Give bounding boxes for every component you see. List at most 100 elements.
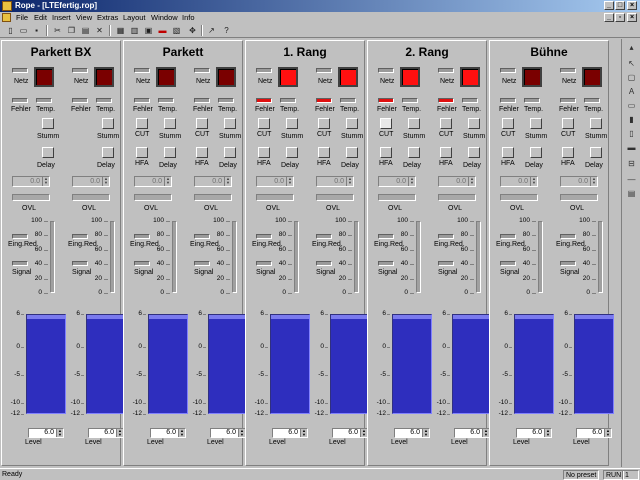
spin-arrows-icon[interactable]: ▲ ▼: [300, 429, 307, 437]
spin-arrows-icon[interactable]: ▲ ▼: [544, 429, 551, 437]
level-spinbox[interactable]: 6.0 ▲ ▼: [28, 428, 64, 438]
help-icon[interactable]: ?: [221, 25, 232, 36]
hfa-button[interactable]: [562, 147, 574, 158]
menu-window[interactable]: Window: [151, 13, 178, 22]
spin-arrows-icon[interactable]: ▲ ▼: [238, 429, 245, 437]
panel-icon[interactable]: ▣: [143, 25, 154, 36]
scroll-up-icon[interactable]: ▴: [626, 43, 637, 53]
level-meter[interactable]: [208, 314, 248, 414]
hfa-button[interactable]: [318, 147, 330, 158]
stumm-button[interactable]: [590, 118, 602, 129]
cut-button[interactable]: [502, 118, 514, 129]
menu-extras[interactable]: Extras: [97, 13, 118, 22]
open-icon[interactable]: ▭: [18, 25, 29, 36]
zoom-icon[interactable]: ↗: [206, 25, 217, 36]
stumm-button[interactable]: [224, 118, 236, 129]
document-icon[interactable]: [2, 13, 11, 22]
lamp-icon[interactable]: ▬: [626, 143, 637, 153]
level-meter[interactable]: [574, 314, 614, 414]
spin-arrows-icon[interactable]: ▲ ▼: [42, 177, 49, 186]
level-spinbox[interactable]: 6.0 ▲ ▼: [150, 428, 186, 438]
hfa-button[interactable]: [258, 147, 270, 158]
layout-icon[interactable]: ▥: [129, 25, 140, 36]
box-icon[interactable]: ▤: [626, 189, 637, 199]
level-spinbox[interactable]: 6.0 ▲ ▼: [332, 428, 368, 438]
delay-button[interactable]: [102, 147, 114, 158]
delay-spinbox[interactable]: 0.0 ▲ ▼: [134, 176, 172, 187]
stumm-button[interactable]: [530, 118, 542, 129]
level-meter[interactable]: [148, 314, 188, 414]
spin-arrows-icon[interactable]: ▲ ▼: [286, 177, 293, 186]
delay-button[interactable]: [42, 147, 54, 158]
menu-layout[interactable]: Layout: [123, 13, 146, 22]
hfa-button[interactable]: [196, 147, 208, 158]
delay-button[interactable]: [590, 147, 602, 158]
delay-button[interactable]: [530, 147, 542, 158]
spin-arrows-icon[interactable]: ▲ ▼: [590, 177, 597, 186]
split-icon[interactable]: ▬: [157, 25, 168, 36]
spin-arrows-icon[interactable]: ▲ ▼: [408, 177, 415, 186]
spin-arrows-icon[interactable]: ▲ ▼: [102, 177, 109, 186]
paste-icon[interactable]: ▤: [80, 25, 91, 36]
align-icon[interactable]: ▧: [171, 25, 182, 36]
level-meter[interactable]: [330, 314, 370, 414]
level-spinbox[interactable]: 6.0 ▲ ▼: [454, 428, 490, 438]
delay-spinbox[interactable]: 0.0 ▲ ▼: [256, 176, 294, 187]
level-meter[interactable]: [26, 314, 66, 414]
level-spinbox[interactable]: 6.0 ▲ ▼: [516, 428, 552, 438]
level-spinbox[interactable]: 6.0 ▲ ▼: [394, 428, 430, 438]
delay-button[interactable]: [468, 147, 480, 158]
level-meter[interactable]: [392, 314, 432, 414]
level-spinbox[interactable]: 6.0 ▲ ▼: [272, 428, 308, 438]
minimize-button[interactable]: _: [604, 1, 614, 10]
hfa-button[interactable]: [380, 147, 392, 158]
cut-button[interactable]: [562, 118, 574, 129]
delay-button[interactable]: [286, 147, 298, 158]
spin-arrows-icon[interactable]: ▲ ▼: [164, 177, 171, 186]
spin-arrows-icon[interactable]: ▲ ▼: [530, 177, 537, 186]
stumm-button[interactable]: [286, 118, 298, 129]
delay-spinbox[interactable]: 0.0 ▲ ▼: [194, 176, 232, 187]
cut-button[interactable]: [318, 118, 330, 129]
stumm-button[interactable]: [42, 118, 54, 129]
text-icon[interactable]: A: [626, 87, 637, 97]
new-icon[interactable]: ▯: [5, 25, 16, 36]
delay-button[interactable]: [346, 147, 358, 158]
level-meter[interactable]: [86, 314, 126, 414]
spin-arrows-icon[interactable]: ▲ ▼: [56, 429, 63, 437]
delay-spinbox[interactable]: 0.0 ▲ ▼: [316, 176, 354, 187]
delay-button[interactable]: [408, 147, 420, 158]
spin-icon[interactable]: ⊟: [626, 159, 637, 169]
maximize-button[interactable]: □: [615, 1, 625, 10]
spin-arrows-icon[interactable]: ▲ ▼: [224, 177, 231, 186]
level-meter[interactable]: [270, 314, 310, 414]
stumm-button[interactable]: [346, 118, 358, 129]
level-meter[interactable]: [452, 314, 492, 414]
slider-icon[interactable]: ▮: [626, 115, 637, 125]
stumm-button[interactable]: [468, 118, 480, 129]
level-meter[interactable]: [514, 314, 554, 414]
delete-icon[interactable]: ✕: [94, 25, 105, 36]
delay-spinbox[interactable]: 0.0 ▲ ▼: [12, 176, 50, 187]
mdi-restore-button[interactable]: ▫: [615, 13, 625, 22]
spin-arrows-icon[interactable]: ▲ ▼: [178, 429, 185, 437]
delay-spinbox[interactable]: 0.0 ▲ ▼: [500, 176, 538, 187]
menu-edit[interactable]: Edit: [34, 13, 47, 22]
delay-spinbox[interactable]: 0.0 ▲ ▼: [378, 176, 416, 187]
menu-view[interactable]: View: [76, 13, 92, 22]
spin-arrows-icon[interactable]: ▲ ▼: [422, 429, 429, 437]
menu-info[interactable]: Info: [182, 13, 195, 22]
spin-arrows-icon[interactable]: ▲ ▼: [346, 177, 353, 186]
level-spinbox[interactable]: 6.0 ▲ ▼: [210, 428, 246, 438]
line-icon[interactable]: —: [626, 175, 637, 185]
stumm-button[interactable]: [164, 118, 176, 129]
frame-icon[interactable]: ▢: [626, 73, 637, 83]
cut-button[interactable]: [136, 118, 148, 129]
spin-arrows-icon[interactable]: ▲ ▼: [360, 429, 367, 437]
menu-insert[interactable]: Insert: [52, 13, 71, 22]
mdi-close-button[interactable]: ×: [627, 13, 637, 22]
menu-file[interactable]: File: [16, 13, 28, 22]
hfa-button[interactable]: [440, 147, 452, 158]
cut-icon[interactable]: ✂: [52, 25, 63, 36]
hfa-button[interactable]: [502, 147, 514, 158]
